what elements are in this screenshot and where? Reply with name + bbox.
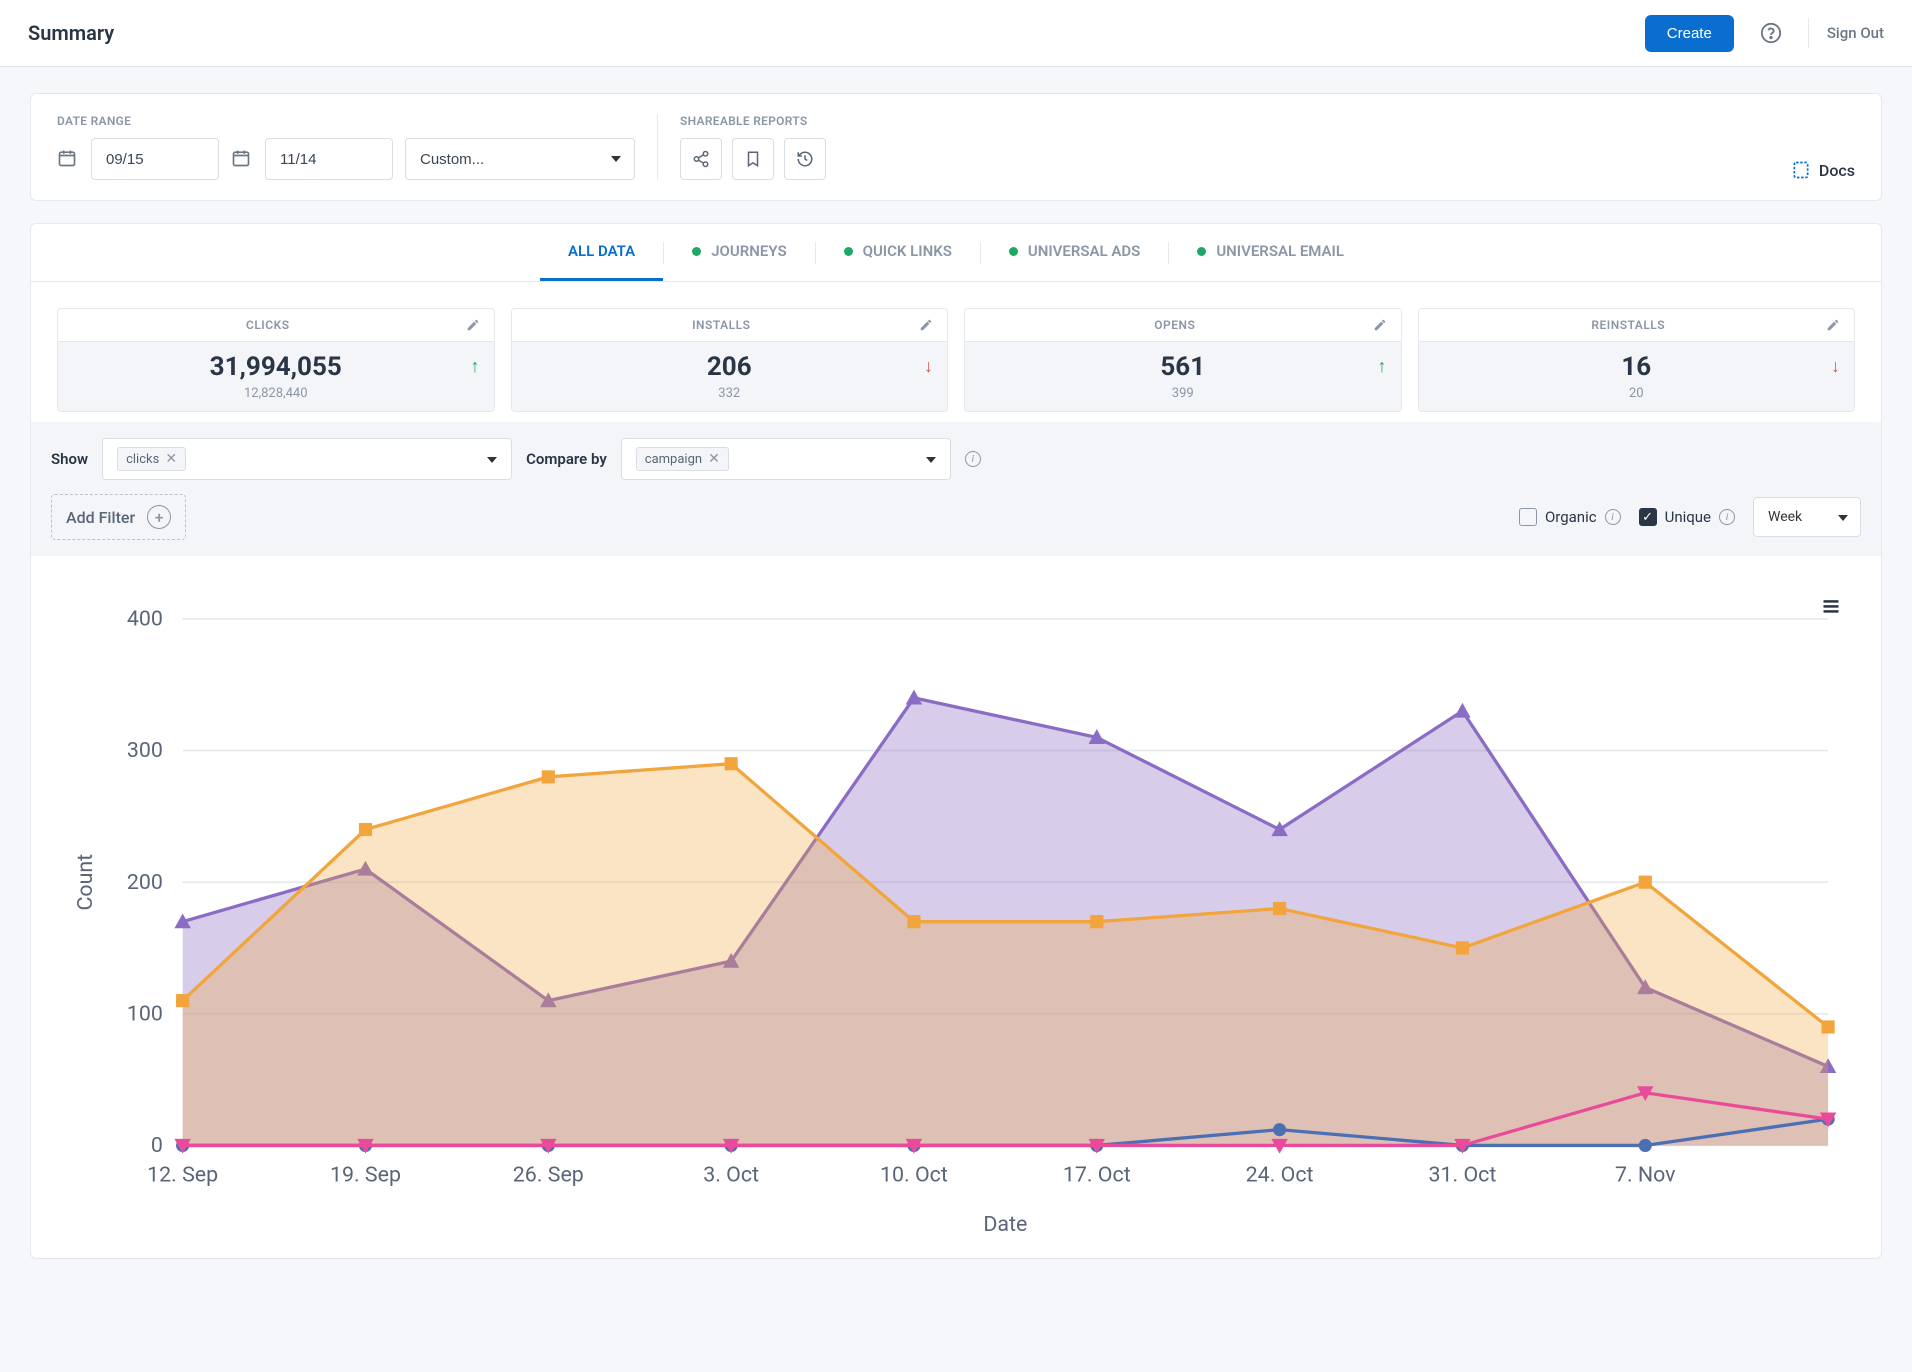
compare-chip[interactable]: campaign✕ [636,447,729,471]
organic-checkbox[interactable] [1519,508,1537,526]
docs-label: Docs [1819,161,1855,180]
docs-icon [1791,160,1811,180]
trend-down-icon: ↓ [924,356,933,377]
unique-checkbox[interactable]: ✓ [1639,508,1657,526]
calendar-icon [231,148,253,170]
status-dot [1197,247,1206,256]
trend-down-icon: ↓ [1831,356,1840,377]
create-button[interactable]: Create [1645,15,1734,52]
metric-compare: 399 [1160,386,1205,401]
show-select[interactable]: clicks✕ [102,438,512,480]
svg-text:300: 300 [127,738,163,763]
info-icon[interactable]: i [1719,509,1735,525]
metric-value: 31,994,055 [210,352,342,382]
svg-text:12. Sep: 12. Sep [147,1163,218,1188]
add-filter-button[interactable]: Add Filter + [51,494,186,540]
period-select[interactable]: Week [1753,497,1861,537]
date-preset-select[interactable] [405,138,635,180]
edit-icon[interactable] [919,317,935,333]
metric-card-clicks: CLICKS 31,994,055 12,828,440 ↑ [57,308,495,412]
svg-text:200: 200 [127,870,163,895]
svg-text:24. Oct: 24. Oct [1246,1163,1314,1188]
page-title: Summary [28,21,114,45]
metric-card-opens: OPENS 561 399 ↑ [964,308,1402,412]
date-end-input[interactable] [265,138,393,180]
metric-value: 561 [1160,352,1205,382]
status-dot [844,247,853,256]
unique-label: Unique [1665,508,1711,526]
compare-select[interactable]: campaign✕ [621,438,951,480]
tab-label: UNIVERSAL EMAIL [1216,242,1344,260]
metric-title: REINSTALLS [1431,318,1827,332]
bookmark-icon[interactable] [732,138,774,180]
tab-label: QUICK LINKS [863,242,952,260]
metric-card-installs: INSTALLS 206 332 ↓ [511,308,949,412]
docs-link[interactable]: Docs [1791,160,1855,180]
metric-title: OPENS [977,318,1373,332]
show-label: Show [51,450,88,468]
metric-compare: 20 [1621,386,1651,401]
info-icon[interactable]: i [1605,509,1621,525]
calendar-icon [57,148,79,170]
metric-value: 206 [707,352,752,382]
organic-label: Organic [1545,508,1597,526]
edit-icon[interactable] [466,317,482,333]
show-chip[interactable]: clicks✕ [117,447,186,471]
tab-universal-email[interactable]: UNIVERSAL EMAIL [1169,224,1372,281]
svg-text:Count: Count [73,854,98,911]
shareable-label: SHAREABLE REPORTS [680,114,826,128]
metric-title: INSTALLS [524,318,920,332]
tab-label: UNIVERSAL ADS [1028,242,1140,260]
date-start-input[interactable] [91,138,219,180]
chart: 0 100 200 300 400 12. Sep 19. Sep 26. Sep 3. Oct… [51,586,1861,1244]
metric-card-reinstalls: REINSTALLS 16 20 ↓ [1418,308,1856,412]
svg-text:3. Oct: 3. Oct [703,1163,759,1188]
metric-title: CLICKS [70,318,466,332]
tab-universal-ads[interactable]: UNIVERSAL ADS [981,224,1168,281]
svg-text:400: 400 [127,606,163,631]
help-icon[interactable] [1752,14,1790,52]
history-icon[interactable] [784,138,826,180]
svg-text:10. Oct: 10. Oct [880,1163,948,1188]
edit-icon[interactable] [1373,317,1389,333]
status-dot [1009,247,1018,256]
trend-up-icon: ↑ [1378,356,1387,377]
tab-all-data[interactable]: ALL DATA [540,224,663,281]
compare-label: Compare by [526,450,607,468]
trend-up-icon: ↑ [471,356,480,377]
tab-label: ALL DATA [568,242,635,260]
svg-text:17. Oct: 17. Oct [1063,1163,1131,1188]
tab-label: JOURNEYS [711,242,786,260]
svg-text:26. Sep: 26. Sep [513,1163,584,1188]
svg-text:19. Sep: 19. Sep [330,1163,401,1188]
svg-text:0: 0 [151,1133,163,1158]
tab-quick-links[interactable]: QUICK LINKS [816,224,980,281]
info-icon[interactable]: i [965,451,981,467]
status-dot [692,247,701,256]
metric-compare: 332 [707,386,752,401]
share-icon[interactable] [680,138,722,180]
plus-icon: + [147,505,171,529]
date-range-label: DATE RANGE [57,114,635,128]
tab-journeys[interactable]: JOURNEYS [664,224,814,281]
signout-link[interactable]: Sign Out [1827,24,1884,42]
svg-text:31. Oct: 31. Oct [1428,1163,1496,1188]
edit-icon[interactable] [1826,317,1842,333]
svg-text:100: 100 [127,1001,163,1026]
metric-value: 16 [1621,352,1651,382]
chip-remove-icon[interactable]: ✕ [165,451,177,467]
chart-menu-icon[interactable] [1821,596,1841,620]
svg-text:Date: Date [983,1212,1027,1237]
metric-compare: 12,828,440 [210,386,342,401]
svg-text:7. Nov: 7. Nov [1615,1163,1676,1188]
chip-remove-icon[interactable]: ✕ [708,451,720,467]
